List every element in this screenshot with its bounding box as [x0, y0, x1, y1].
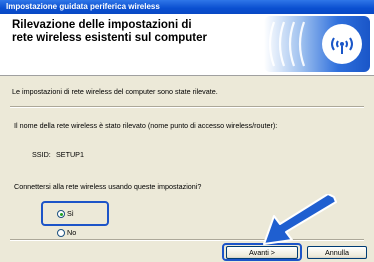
next-button[interactable]: Avanti > — [226, 246, 298, 259]
connect-question: Connettersi alla rete wireless usando qu… — [14, 182, 202, 191]
radio-no[interactable] — [57, 229, 65, 237]
ssid-value: SETUP1 — [56, 150, 84, 159]
network-name-message: Il nome della rete wireless è stato rile… — [14, 121, 278, 130]
wizard-header: Rilevazione delle impostazioni di rete w… — [0, 14, 374, 76]
ssid-label: SSID: — [32, 150, 51, 159]
page-title-line1: Rilevazione delle impostazioni di — [12, 19, 192, 31]
page-title-line2: rete wireless esistenti sul computer — [12, 32, 207, 44]
selection-highlight — [41, 201, 109, 226]
page-title: Rilevazione delle impostazioni di rete w… — [12, 19, 242, 45]
detected-message: Le impostazioni di rete wireless del com… — [12, 87, 218, 96]
radio-no-label[interactable]: No — [67, 228, 76, 237]
radio-yes-label[interactable]: Sì — [67, 209, 74, 218]
cancel-button[interactable]: Annulla — [307, 246, 367, 259]
wizard-window: Impostazione guidata periferica wireless… — [0, 0, 374, 262]
separator — [10, 106, 364, 108]
wireless-signal-icon — [264, 16, 370, 72]
window-titlebar[interactable]: Impostazione guidata periferica wireless — [0, 0, 374, 14]
radio-yes[interactable] — [57, 210, 65, 218]
pointer-arrow-icon — [263, 194, 337, 245]
